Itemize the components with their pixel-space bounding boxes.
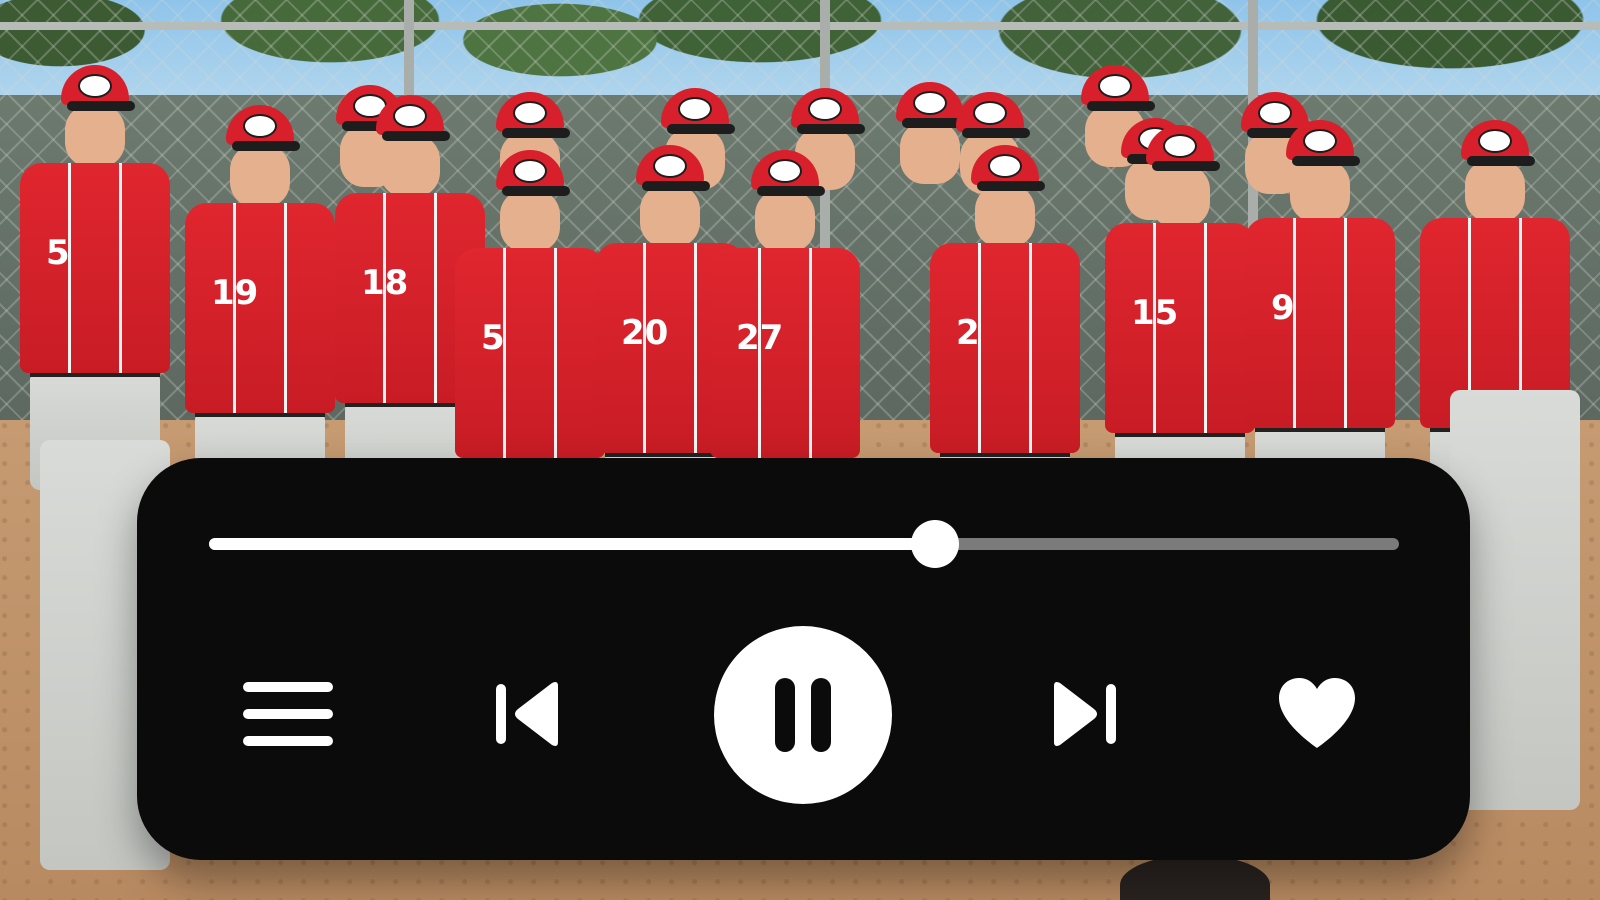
cap-logo-icon bbox=[768, 159, 802, 183]
cap-logo-icon bbox=[973, 101, 1007, 125]
jersey: 19 bbox=[185, 203, 335, 413]
cap-logo-icon bbox=[1098, 74, 1132, 98]
cap-logo-icon bbox=[393, 104, 427, 128]
baseball-cap bbox=[1146, 125, 1220, 171]
baseball-cap bbox=[496, 92, 570, 138]
baseball-cap bbox=[751, 150, 825, 196]
jersey-number: 20 bbox=[621, 313, 669, 353]
progress-played bbox=[209, 538, 935, 550]
baseball-cap bbox=[956, 92, 1030, 138]
skip-next-icon bbox=[1054, 682, 1116, 746]
queue-menu-button[interactable] bbox=[243, 678, 335, 750]
playback-progress-bar[interactable] bbox=[209, 520, 1399, 568]
jersey-number: 9 bbox=[1271, 288, 1295, 328]
media-player-controls bbox=[137, 458, 1470, 860]
baseball-cap bbox=[791, 88, 865, 134]
player-face bbox=[1290, 160, 1350, 222]
baseball-cap bbox=[376, 95, 450, 141]
baseball-cap bbox=[661, 88, 735, 134]
baseball-cap bbox=[1286, 120, 1360, 166]
cap-logo-icon bbox=[1303, 129, 1337, 153]
player-face bbox=[755, 190, 815, 252]
baseball-cap bbox=[496, 150, 570, 196]
player-face bbox=[380, 135, 440, 197]
fence-rail bbox=[0, 22, 1600, 30]
jersey-number: 5 bbox=[481, 318, 505, 358]
cap-logo-icon bbox=[988, 154, 1022, 178]
skip-previous-icon bbox=[496, 682, 558, 746]
transport-controls bbox=[137, 626, 1470, 806]
jersey: 15 bbox=[1105, 223, 1255, 433]
baseball-cap bbox=[636, 145, 710, 191]
next-track-button[interactable] bbox=[1044, 678, 1120, 750]
cap-logo-icon bbox=[1163, 134, 1197, 158]
cap-logo-icon bbox=[513, 159, 547, 183]
baseball-cap bbox=[226, 105, 300, 151]
player-face bbox=[640, 185, 700, 247]
baseball-cap bbox=[971, 145, 1045, 191]
jersey: 9 bbox=[1245, 218, 1395, 428]
player-face bbox=[500, 190, 560, 252]
jersey: 27 bbox=[710, 248, 860, 458]
cap-logo-icon bbox=[808, 97, 842, 121]
player-face bbox=[230, 145, 290, 207]
player-face bbox=[975, 185, 1035, 247]
jersey-number: 27 bbox=[736, 318, 784, 358]
cap-logo-icon bbox=[678, 97, 712, 121]
baseball-cap bbox=[1081, 65, 1155, 111]
menu-lines-icon bbox=[243, 682, 333, 746]
jersey: 5 bbox=[455, 248, 605, 458]
cap-logo-icon bbox=[513, 101, 547, 125]
cap-logo-icon bbox=[653, 154, 687, 178]
progress-scrubber-handle[interactable] bbox=[910, 520, 959, 568]
like-button[interactable] bbox=[1275, 676, 1359, 752]
pause-icon bbox=[775, 678, 831, 752]
cap-logo-icon bbox=[243, 114, 277, 138]
jersey-number: 15 bbox=[1131, 293, 1179, 333]
heart-icon bbox=[1279, 678, 1355, 748]
player-face bbox=[1150, 165, 1210, 227]
previous-track-button[interactable] bbox=[492, 678, 568, 750]
jersey-number: 18 bbox=[361, 263, 409, 303]
jersey-number: 2 bbox=[956, 313, 980, 353]
pause-button[interactable] bbox=[714, 626, 892, 804]
jersey-number: 19 bbox=[211, 273, 259, 313]
jersey: 2 bbox=[930, 243, 1080, 453]
